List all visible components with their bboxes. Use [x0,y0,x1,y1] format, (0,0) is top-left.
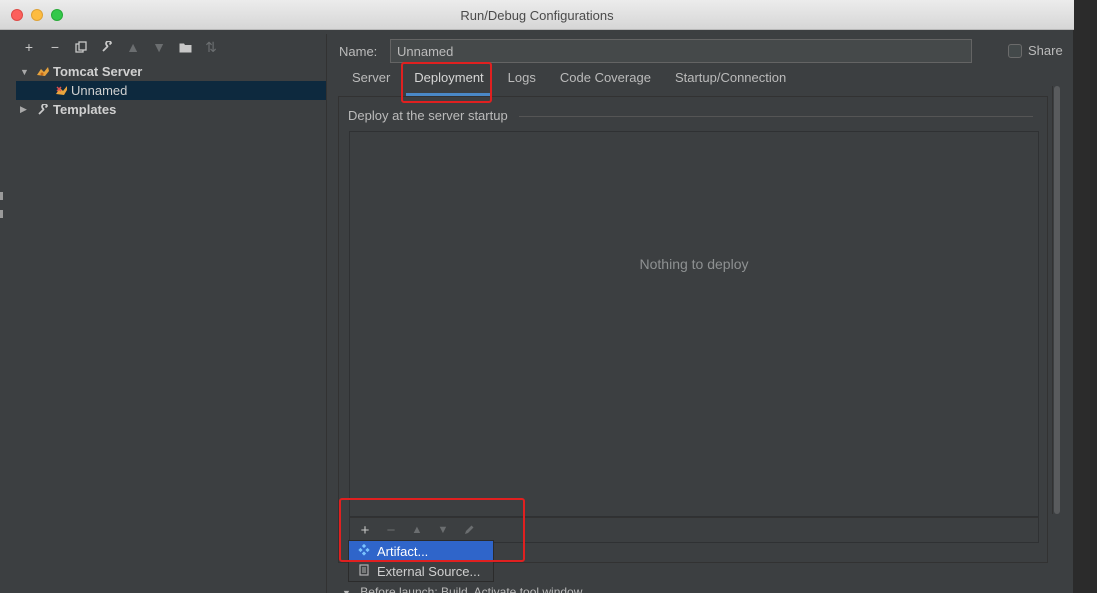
configurations-toolbar: + − ▲ ▼ ⇅ [16,34,326,60]
group-divider [519,116,1033,117]
deploy-list[interactable]: Nothing to deploy [349,131,1039,517]
scroll-thumb[interactable] [1054,86,1060,514]
before-launch-section[interactable]: ▼ Before launch: Build, Activate tool wi… [342,585,582,593]
empty-state-text: Nothing to deploy [639,256,749,272]
share-label: Share [1028,43,1063,58]
before-launch-label: Before launch: Build, Activate tool wind… [360,585,583,593]
background-window-edge [0,192,3,200]
remove-icon[interactable]: − [48,40,62,54]
tree-item-unnamed[interactable]: Unnamed [16,81,326,100]
highlight-deployment-tab [401,62,492,103]
tab-startup-connection[interactable]: Startup/Connection [663,68,798,92]
configurations-tree: ▼ Tomcat Server Unnamed ▶ Templates [16,62,326,119]
run-debug-dialog: Run/Debug Configurations + − ▲ ▼ ⇅ ▼ Tom… [0,0,1074,593]
configurations-panel: + − ▲ ▼ ⇅ ▼ Tomcat Server Unnamed ▶ Temp… [16,34,327,593]
vertical-scrollbar[interactable] [1052,86,1060,514]
expanded-arrow-icon[interactable]: ▼ [20,67,30,77]
collapsed-arrow-icon[interactable]: ▶ [20,104,30,115]
folder-icon[interactable] [178,40,192,54]
move-up-icon[interactable]: ▲ [126,40,140,54]
copy-icon[interactable] [74,40,88,54]
tomcat-icon [36,65,50,79]
deploy-group-title: Deploy at the server startup [348,108,516,123]
highlight-add-artifact [339,498,525,562]
add-icon[interactable]: + [22,40,36,54]
move-down-icon[interactable]: ▼ [152,40,166,54]
popup-item-label: External Source... [377,563,481,579]
share-checkbox[interactable] [1008,43,1022,58]
tab-code-coverage[interactable]: Code Coverage [548,68,663,92]
tomcat-config-icon [54,84,68,98]
name-label: Name: [339,44,378,59]
tree-item-label: Unnamed [71,83,128,98]
title-bar: Run/Debug Configurations [0,0,1074,30]
sort-icon[interactable]: ⇅ [204,40,218,54]
collapse-arrow-icon[interactable]: ▼ [342,588,351,593]
file-icon [357,563,371,579]
share-checkbox-group[interactable]: Share [1008,43,1063,58]
name-input[interactable] [390,39,972,63]
tab-logs[interactable]: Logs [496,68,548,92]
wrench-icon[interactable] [100,40,114,54]
tree-item-label: Templates [53,102,117,117]
tab-server[interactable]: Server [340,68,402,92]
tree-item-templates[interactable]: ▶ Templates [16,100,326,119]
background-window-edge [0,210,3,218]
tree-item-tomcat-server[interactable]: ▼ Tomcat Server [16,62,326,81]
wrench-icon [36,103,50,117]
tree-item-label: Tomcat Server [53,64,143,79]
window-title: Run/Debug Configurations [460,8,614,23]
deployment-tab-content: Deploy at the server startup Nothing to … [338,96,1048,563]
popup-item-external-source[interactable]: External Source... [349,561,493,581]
